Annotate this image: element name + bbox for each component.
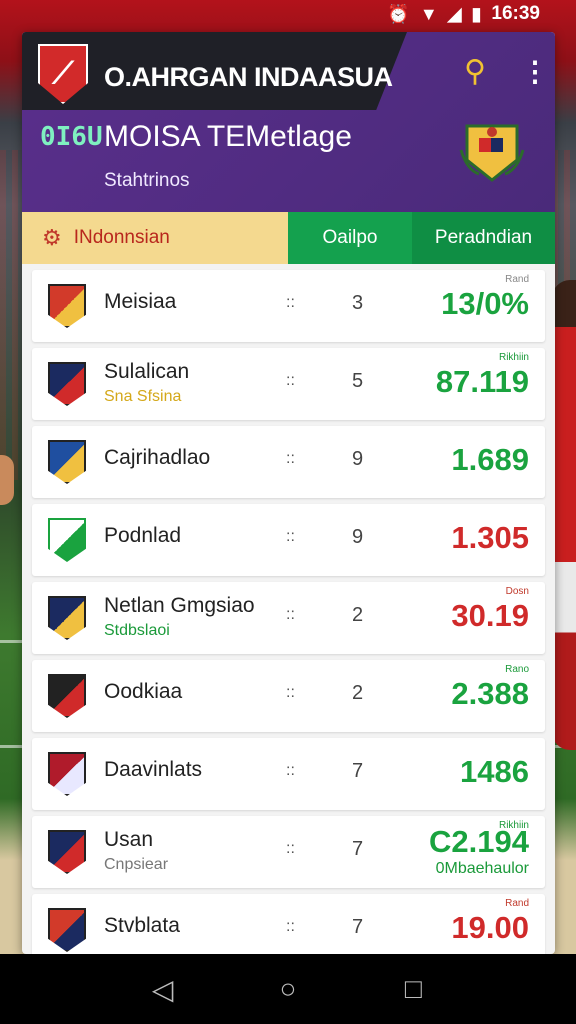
- table-row[interactable]: Cajrihadlao :: 9 1.689: [32, 426, 545, 498]
- row-dots: ::: [286, 528, 295, 545]
- app-title: O.AHRGAN INDAASUA: [104, 62, 393, 92]
- club-badge-icon: [48, 518, 86, 562]
- row-dots: ::: [286, 684, 295, 701]
- club-badge-icon: [48, 284, 86, 328]
- system-nav-bar: ◁ ○ □: [0, 954, 576, 1024]
- league-title: MOISA TEMetlage: [104, 120, 352, 153]
- club-badge-icon: [48, 830, 86, 874]
- row-value: 1.305: [451, 520, 529, 555]
- row-value: 2.388: [451, 676, 529, 711]
- app-header: ⟋ O.AHRGAN INDAASUA ⚲ ⋮ 0I6U MOISA TEMet…: [22, 32, 555, 212]
- row-dots: ::: [286, 918, 295, 935]
- row-tag: Rikhiin: [498, 352, 529, 363]
- league-code: 0I6U: [40, 122, 103, 152]
- row-number: 9: [352, 448, 364, 470]
- trophy-icon: ⚙: [42, 225, 62, 250]
- home-icon[interactable]: ○: [268, 969, 308, 1009]
- table-row[interactable]: Meisiaa :: 3 Rand 13/0%: [32, 270, 545, 342]
- table-row[interactable]: Stvblata :: 7 Rand 19.00: [32, 894, 545, 954]
- club-name: Meisiaa: [104, 290, 177, 313]
- tab-label: INdonnsian: [73, 227, 170, 248]
- club-name: Sulalican: [104, 360, 190, 383]
- tab-label: Peradndian: [434, 227, 533, 248]
- row-dots: ::: [286, 762, 295, 779]
- club-name: Netlan Gmgsiao: [104, 594, 255, 617]
- club-name: Oodkiaa: [104, 680, 183, 703]
- row-number: 7: [352, 760, 364, 782]
- battery-icon: ▮: [471, 3, 482, 24]
- tab-country[interactable]: ⚙ INdonnsian: [22, 212, 288, 264]
- main-card: ⟋ O.AHRGAN INDAASUA ⚲ ⋮ 0I6U MOISA TEMet…: [22, 32, 555, 954]
- club-badge-icon: [48, 908, 86, 952]
- club-list: Meisiaa :: 3 Rand 13/0% Sulalican Sna Sf…: [22, 264, 555, 954]
- national-crest-icon: [457, 120, 527, 184]
- row-number: 3: [352, 292, 364, 314]
- club-subtitle: Sna Sfsina: [104, 388, 182, 405]
- row-number: 2: [352, 604, 364, 626]
- row-dots: ::: [286, 450, 295, 467]
- more-options-icon[interactable]: ⋮: [521, 52, 549, 92]
- row-tag: Dosn: [505, 586, 529, 597]
- table-row[interactable]: Usan Cnpsiear :: 7 Rikhiin C2.194 0Mbaeh…: [32, 816, 545, 888]
- row-dots: ::: [286, 840, 295, 857]
- alarm-icon: ⏰: [387, 3, 410, 24]
- tab-label: Oailpo: [322, 227, 378, 248]
- player-arm-image: [0, 455, 14, 505]
- search-icon[interactable]: ⚲: [457, 54, 493, 90]
- player-image: [552, 280, 576, 750]
- league-subtitle: Stahtrinos: [104, 170, 190, 191]
- club-badge-icon: [48, 362, 86, 406]
- row-value: 19.00: [451, 910, 529, 945]
- row-value: C2.194: [429, 824, 529, 859]
- row-number: 9: [352, 526, 364, 548]
- table-row[interactable]: Netlan Gmgsiao Stdbslaoi :: 2 Dosn 30.19: [32, 582, 545, 654]
- row-value: 1.689: [451, 442, 529, 477]
- row-tag: Rano: [505, 664, 529, 675]
- club-badge-icon: [48, 752, 86, 796]
- club-name: Podnlad: [104, 524, 182, 547]
- tab-third[interactable]: Peradndian: [412, 212, 555, 264]
- club-subtitle: Stdbslaoi: [104, 622, 170, 639]
- table-row[interactable]: Sulalican Sna Sfsina :: 5 Rikhiin 87.119: [32, 348, 545, 420]
- row-value-subtitle: 0Mbaehaulor: [435, 860, 529, 877]
- club-name: Usan: [104, 828, 154, 851]
- row-value: 87.119: [435, 364, 529, 399]
- table-row[interactable]: Oodkiaa :: 2 Rano 2.388: [32, 660, 545, 732]
- tab-second[interactable]: Oailpo: [288, 212, 412, 264]
- club-badge-icon: [48, 674, 86, 718]
- row-dots: ::: [286, 294, 295, 311]
- row-number: 2: [352, 682, 364, 704]
- status-bar: ⏰ ▼ ◢ ▮ 16:39: [0, 0, 576, 28]
- table-row[interactable]: Podnlad :: 9 1.305: [32, 504, 545, 576]
- row-dots: ::: [286, 372, 295, 389]
- row-tag: Rand: [505, 898, 529, 909]
- table-row[interactable]: Daavinlats :: 7 1486: [32, 738, 545, 810]
- row-value: 30.19: [451, 598, 529, 633]
- club-badge-icon: [48, 440, 86, 484]
- club-subtitle: Cnpsiear: [104, 856, 169, 873]
- signal-icon: ◢: [447, 3, 462, 24]
- row-value: 13/0%: [441, 286, 529, 321]
- club-name: Daavinlats: [104, 758, 203, 781]
- club-name: Cajrihadlao: [104, 446, 211, 469]
- club-badge-icon: [48, 596, 86, 640]
- row-value: 1486: [460, 754, 529, 789]
- row-dots: ::: [286, 606, 295, 623]
- wifi-icon: ▼: [419, 3, 438, 24]
- tab-bar: ⚙ INdonnsian Oailpo Peradndian: [22, 212, 555, 264]
- club-name: Stvblata: [104, 914, 180, 937]
- status-time: 16:39: [491, 3, 540, 24]
- row-tag: Rand: [505, 274, 529, 285]
- row-number: 7: [352, 916, 364, 938]
- recents-icon[interactable]: □: [393, 969, 433, 1009]
- row-number: 5: [352, 370, 364, 392]
- row-number: 7: [352, 838, 364, 860]
- back-icon[interactable]: ◁: [143, 969, 183, 1009]
